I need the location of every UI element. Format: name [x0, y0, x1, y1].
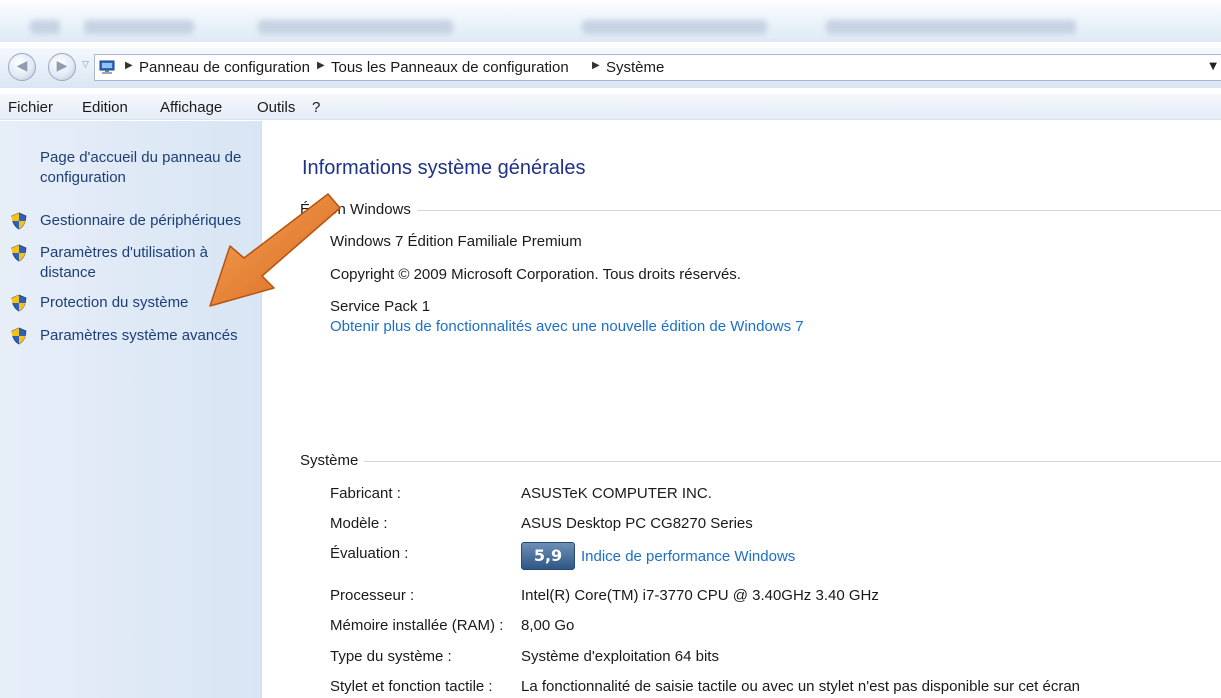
task-label: Paramètres d'utilisation à distance	[40, 244, 208, 281]
breadcrumb-all-control-panels[interactable]: Tous les Panneaux de configuration	[331, 59, 569, 76]
section-system-header: Système	[300, 452, 1221, 472]
back-button[interactable]: ◀	[8, 53, 36, 81]
address-row: ◀ ▶ ▽ ▶ Panneau de configuration ▶ Tous …	[0, 48, 1221, 88]
menu-affichage[interactable]: Affichage	[160, 99, 222, 116]
uac-shield-icon	[11, 327, 27, 345]
prop-label-manufacturer: Fabricant :	[330, 485, 401, 502]
main-panel: Informations système générales Édition W…	[263, 121, 1221, 698]
section-divider	[300, 461, 1221, 462]
windows-edition: Windows 7 Édition Familiale Premium	[330, 233, 582, 250]
upgrade-link[interactable]: Obtenir plus de fonctionnalités avec une…	[330, 318, 804, 335]
breadcrumb-chevron-icon[interactable]: ▶	[317, 60, 325, 71]
forward-arrow-icon: ▶	[56, 58, 68, 74]
menu-fichier[interactable]: Fichier	[8, 99, 53, 116]
uac-shield-icon	[11, 294, 27, 312]
blurred-item	[826, 20, 1076, 34]
section-label: Édition Windows	[300, 201, 417, 218]
prop-value-processor: Intel(R) Core(TM) i7-3770 CPU @ 3.40GHz …	[521, 587, 879, 604]
task-label: Paramètres système avancés	[40, 327, 238, 344]
section-divider	[300, 210, 1221, 211]
task-label: Gestionnaire de périphériques	[40, 212, 241, 229]
section-edition-header: Édition Windows	[300, 201, 1221, 221]
prop-value-system-type: Système d'exploitation 64 bits	[521, 648, 719, 665]
page-title: Informations système générales	[302, 157, 586, 179]
uac-shield-icon	[11, 212, 27, 230]
address-dropdown-icon[interactable]: ▼	[1209, 61, 1217, 72]
breadcrumb-chevron-icon[interactable]: ▶	[592, 60, 600, 71]
forward-button[interactable]: ▶	[48, 53, 76, 81]
prop-label-pen-touch: Stylet et fonction tactile :	[330, 678, 493, 695]
prop-label-rating: Évaluation :	[330, 545, 409, 562]
prop-value-ram: 8,00 Go	[521, 617, 575, 634]
uac-shield-icon	[11, 244, 27, 262]
blurred-item	[30, 20, 60, 34]
performance-score-badge[interactable]: 5,9	[521, 542, 575, 570]
menu-help[interactable]: ?	[312, 99, 320, 116]
back-arrow-icon: ◀	[16, 58, 28, 74]
breadcrumb-control-panel[interactable]: Panneau de configuration	[139, 59, 310, 76]
copyright: Copyright © 2009 Microsoft Corporation. …	[330, 266, 741, 283]
control-panel-home-link[interactable]: Page d'accueil du panneau de configurati…	[40, 148, 260, 188]
task-remote-settings[interactable]: Paramètres d'utilisation à distance	[10, 243, 260, 285]
address-bar[interactable]: ▶ Panneau de configuration ▶ Tous les Pa…	[94, 54, 1221, 81]
task-advanced-settings[interactable]: Paramètres système avancés	[10, 326, 260, 348]
blurred-item	[258, 20, 453, 34]
breadcrumb-system[interactable]: Système	[606, 59, 664, 76]
menu-edition[interactable]: Edition	[82, 99, 128, 116]
prop-label-ram: Mémoire installée (RAM) :	[330, 617, 504, 634]
prop-value-manufacturer: ASUSTeK COMPUTER INC.	[521, 485, 712, 502]
menu-bar: Fichier Edition Affichage Outils ?	[0, 94, 1221, 120]
menu-outils[interactable]: Outils	[257, 99, 295, 116]
task-label: Protection du système	[40, 294, 189, 311]
computer-icon	[99, 60, 115, 74]
history-dropdown-icon[interactable]: ▽	[82, 60, 89, 70]
blurred-toolbar	[0, 0, 1221, 42]
breadcrumb-chevron-icon[interactable]: ▶	[125, 60, 133, 71]
performance-index-link[interactable]: Indice de performance Windows	[581, 548, 795, 565]
prop-label-model: Modèle :	[330, 515, 388, 532]
task-pane: Page d'accueil du panneau de configurati…	[0, 121, 262, 698]
prop-value-pen-touch: La fonctionnalité de saisie tactile ou a…	[521, 678, 1081, 695]
blurred-item	[582, 20, 767, 34]
prop-value-model: ASUS Desktop PC CG8270 Series	[521, 515, 753, 532]
prop-label-processor: Processeur :	[330, 587, 415, 604]
section-label: Système	[300, 452, 365, 469]
prop-label-system-type: Type du système :	[330, 648, 452, 665]
blurred-item	[84, 20, 194, 34]
task-system-protection[interactable]: Protection du système	[10, 293, 260, 315]
task-device-manager[interactable]: Gestionnaire de périphériques	[10, 211, 260, 233]
service-pack: Service Pack 1	[330, 298, 431, 315]
